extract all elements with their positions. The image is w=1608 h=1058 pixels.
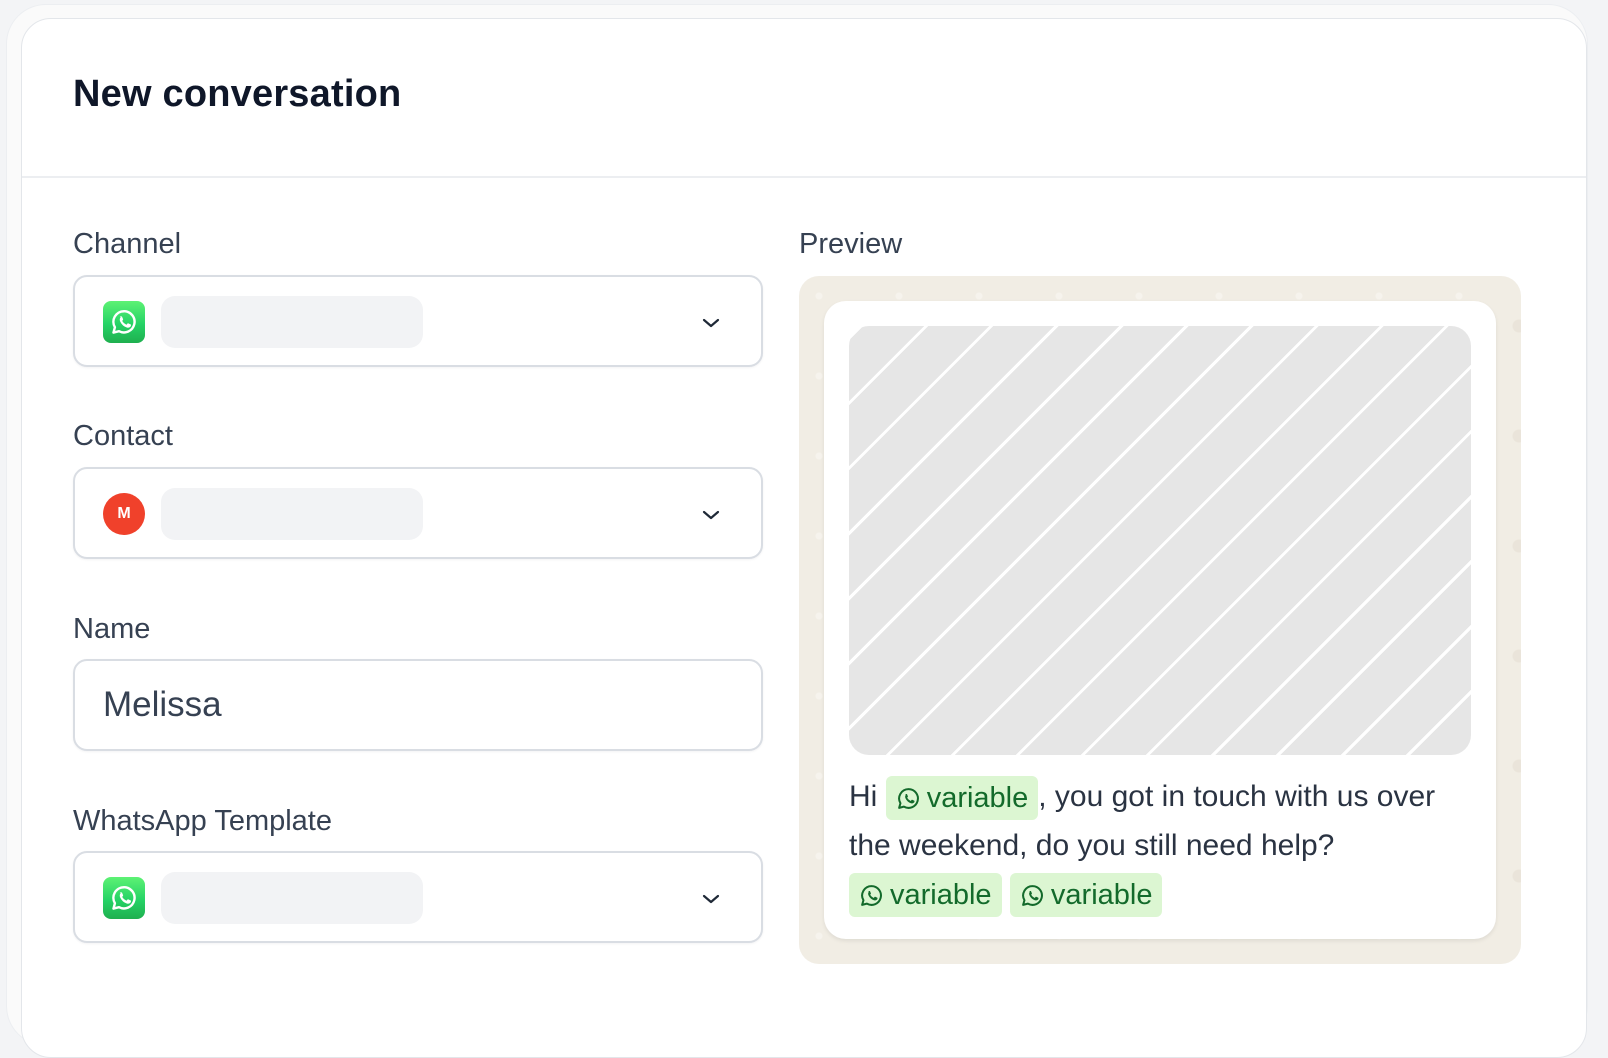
template-value-placeholder (161, 872, 423, 924)
channel-label: Channel (73, 228, 182, 260)
whatsapp-outline-icon (1022, 884, 1043, 906)
new-conversation-card: New conversation Channel Contact M Name … (21, 18, 1587, 1058)
chevron-down-icon (702, 510, 720, 520)
chevron-down-icon (702, 894, 720, 904)
whatsapp-icon (103, 301, 145, 343)
contact-value-placeholder (161, 488, 423, 540)
page-title: New conversation (73, 73, 402, 115)
chevron-down-icon (702, 318, 720, 328)
channel-select[interactable] (73, 275, 763, 367)
whatsapp-outline-icon (861, 884, 882, 906)
preview-label: Preview (799, 228, 903, 260)
avatar: M (103, 493, 145, 535)
variable-chip-label: variable (1050, 879, 1153, 912)
variable-chip: variable (885, 776, 1039, 821)
whatsapp-icon (103, 877, 145, 919)
name-input[interactable] (73, 659, 763, 751)
variable-chip-label: variable (890, 879, 992, 912)
variable-chip-label: variable (926, 782, 1029, 815)
message-greeting: Hi (849, 780, 878, 813)
media-placeholder (849, 326, 1471, 755)
template-select[interactable] (73, 851, 763, 943)
preview-panel: Hi variable , you got in touch with us o… (799, 276, 1521, 964)
next-field-label-peek (73, 1001, 253, 1015)
contact-label: Contact (73, 420, 173, 452)
whatsapp-outline-icon (897, 787, 919, 809)
variable-chip: variable (1009, 873, 1163, 918)
message-text: Hi variable , you got in touch with us o… (849, 773, 1474, 919)
card-header: New conversation (22, 19, 1586, 178)
template-label: WhatsApp Template (73, 805, 332, 837)
variable-chip: variable (849, 873, 1002, 918)
name-label: Name (73, 613, 151, 645)
contact-select[interactable]: M (73, 467, 763, 559)
message-bubble: Hi variable , you got in touch with us o… (824, 301, 1496, 939)
channel-value-placeholder (161, 296, 423, 348)
